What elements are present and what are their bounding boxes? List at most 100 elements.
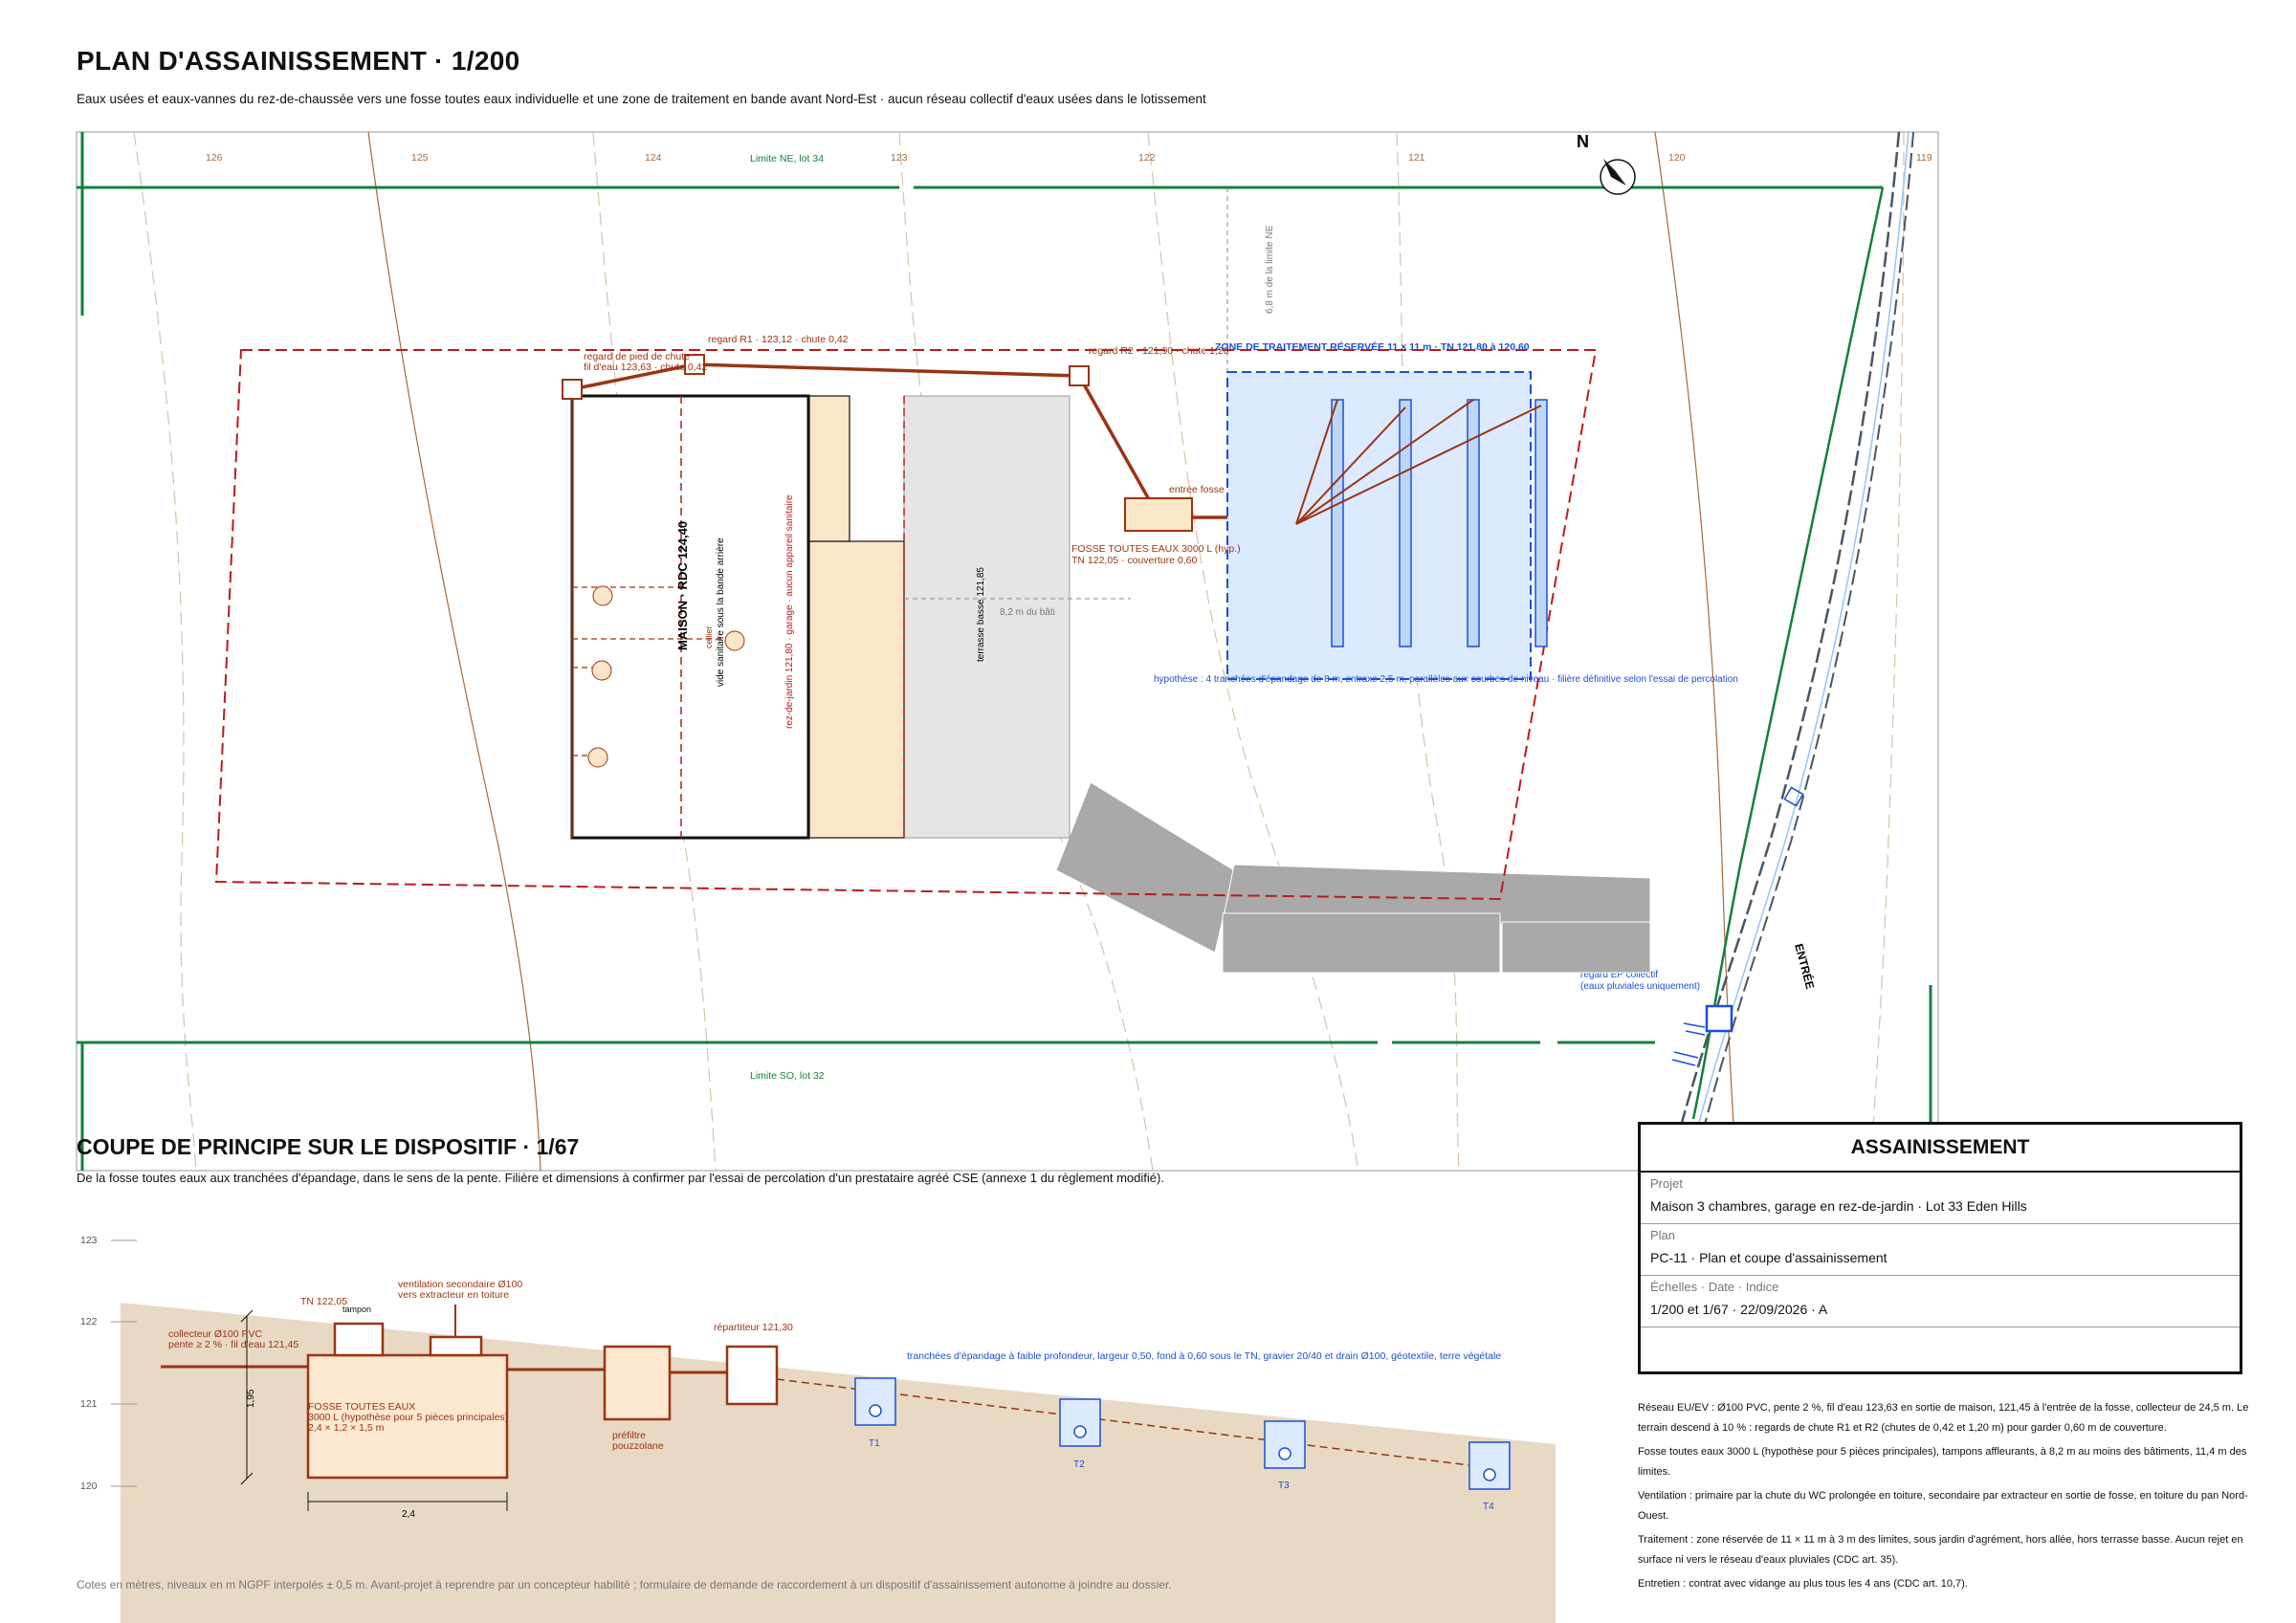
fixture-icon [587, 747, 608, 768]
drain-hatch [1673, 1051, 1699, 1059]
repartiteur [725, 1345, 779, 1406]
title-block-heading: ASSAINISSEMENT [1641, 1125, 2240, 1173]
contour-label: 124 [645, 152, 662, 164]
note: Traitement : zone réservée de 11 × 11 m … [1638, 1534, 2243, 1566]
fosse-toutes-eaux [1124, 497, 1193, 532]
note: Fosse toutes eaux 3000 L (hypothèse pour… [1638, 1446, 2247, 1478]
level-label: 120 [80, 1480, 98, 1492]
plan-label: Plan [1650, 1228, 1676, 1242]
tn-label: TN 122,05 [300, 1296, 347, 1307]
trench-t1 [854, 1377, 896, 1426]
zone-title: ZONE DE TRAITEMENT RÉSERVÉE 11 × 11 m · … [1215, 340, 1530, 353]
note: Entretien : contrat avec vidange au plus… [1638, 1578, 1968, 1590]
collecteur-label: pente ≥ 2 % · fil d'eau 121,45 [168, 1339, 298, 1350]
treatment-zone-area [1226, 371, 1532, 680]
collecteur [1077, 375, 1152, 502]
contour-label: 126 [206, 152, 223, 164]
fixture-icon [592, 585, 613, 606]
drain-t4 [1483, 1468, 1496, 1481]
contour-line [133, 131, 197, 1172]
contour-label: 122 [1138, 152, 1156, 164]
regard-r2 [1069, 365, 1090, 386]
contour-label: 120 [1668, 152, 1686, 164]
cellier-label: cellier [704, 625, 714, 648]
drain-t1 [869, 1404, 882, 1417]
trench-t2 [1059, 1398, 1101, 1447]
tampon-1 [333, 1322, 385, 1357]
gate-icon [1783, 786, 1804, 807]
entree-label: ENTRÉE [1792, 942, 1818, 991]
regard-pied-fe-label: fil d'eau 123,63 · chute 0,42 [584, 362, 707, 373]
fixture-icon [591, 660, 612, 681]
title-block-echelle: Échelles · Date · Indice 1/200 et 1/67 ·… [1641, 1276, 2240, 1327]
notes: Réseau EU/EV : Ø100 PVC, pente 2 %, fil … [1638, 1398, 2250, 1598]
projet-value: Maison 3 chambres, garage en rez-de-jard… [1650, 1198, 2027, 1214]
prefiltre-label: pouzzolane [612, 1440, 664, 1452]
treatment-zone [1226, 371, 1548, 680]
plan-value: PC-11 · Plan et coupe d'assainissement [1650, 1250, 1888, 1265]
depth-label: 1,95 [246, 1389, 256, 1408]
trench-t4 [1468, 1441, 1511, 1490]
contour-label: 121 [1408, 152, 1425, 164]
title-block-projet: Projet Maison 3 chambres, garage en rez-… [1641, 1173, 2240, 1224]
maison-label: MAISON · RDC 124,40 [675, 521, 690, 650]
vide-sanitaire-label: vide sanitaire sous la bande arrière [716, 537, 726, 687]
drain-hatch [1671, 1059, 1696, 1066]
trench-t4 [1534, 399, 1548, 647]
trench-t2 [1399, 399, 1412, 647]
repartiteur-label: répartiteur 121,30 [714, 1322, 793, 1333]
limit-east-line [1691, 186, 1885, 1120]
fosse-label: 2,4 × 1,2 × 1,5 m [308, 1422, 385, 1434]
entree-fosse-label: entrée fosse [1169, 484, 1225, 495]
title-block: ASSAINISSEMENT Projet Maison 3 chambres,… [1638, 1122, 2242, 1374]
terrasse-label: terrasse basse 121,85 [976, 567, 986, 662]
section-title: COUPE DE PRINCIPE SUR LE DISPOSITIF · 1/… [77, 1134, 580, 1159]
section-subtitle: De la fosse toutes eaux aux tranchées d'… [77, 1171, 1164, 1185]
fosse-label: FOSSE TOUTES EAUX 3000 L (hyp.) [1071, 543, 1241, 555]
trench-label: T4 [1483, 1502, 1494, 1512]
drain-hatch [1685, 1030, 1706, 1036]
width-label: 2,4 [402, 1509, 415, 1520]
projet-label: Projet [1650, 1176, 1683, 1191]
dist-bati-label: 8,2 m du bâti [1000, 607, 1055, 618]
tranchees-label: tranchées d'épandage à faible profondeur… [907, 1350, 1501, 1362]
ep-connection [1671, 786, 1804, 1066]
tampon-2 [429, 1335, 483, 1357]
level-label: 123 [80, 1235, 98, 1246]
limit-ne-label: Limite NE, lot 34 [750, 153, 824, 164]
contour-label: 125 [411, 152, 429, 164]
echelle-label: Échelles · Date · Indice [1650, 1280, 1779, 1294]
footnote: Cotes en mètres, niveaux en m NGPF inter… [77, 1578, 1172, 1591]
trench-label: T2 [1073, 1459, 1085, 1470]
north-arrow: N [1577, 132, 1636, 195]
ventilation-label: vers extracteur en toiture [398, 1289, 509, 1301]
trench-label: T1 [869, 1438, 880, 1449]
level-label: 121 [80, 1398, 98, 1410]
garage-annex [808, 395, 850, 542]
dist-ne-label: 6,8 m de la limite NE [1265, 225, 1275, 314]
regard-pied-de-chute [562, 379, 583, 400]
echelle-value: 1/200 et 1/67 · 22/09/2026 · A [1650, 1302, 1828, 1317]
contour-label: 123 [891, 152, 908, 164]
hypothese-label: hypothèse : 4 tranchées d'épandage de 8 … [1154, 674, 1738, 685]
trench-label: T3 [1278, 1480, 1290, 1491]
regard-r2-label: regard R2 · 121,90 · chute 1,20 [1089, 345, 1229, 357]
regard-ep-label: (eaux pluviales uniquement) [1580, 981, 1700, 992]
garage-label: rez-de-jardin 121,80 · garage · aucun ap… [784, 494, 795, 729]
site-plan: 126 125 124 123 122 121 120 119 Limite N… [76, 131, 1939, 1172]
contour-labels: 126 125 124 123 122 121 120 119 [206, 152, 1932, 164]
drain-hatch [1683, 1022, 1706, 1028]
title-block-plan: Plan PC-11 · Plan et coupe d'assainissem… [1641, 1224, 2240, 1276]
trench-t3 [1264, 1420, 1306, 1469]
contour-line [367, 131, 541, 1172]
fixture-icon [724, 630, 745, 651]
contour-label: 119 [1916, 152, 1932, 164]
driveway [1055, 781, 1651, 974]
north-label: N [1577, 132, 1589, 151]
prefiltre [603, 1345, 672, 1421]
tampon-label: tampon [342, 1305, 371, 1314]
collecteur [694, 362, 1080, 378]
limit-so-label: Limite SO, lot 32 [750, 1070, 825, 1082]
level-label: 122 [80, 1316, 98, 1327]
note: Ventilation : primaire par la chute du W… [1638, 1490, 2248, 1522]
